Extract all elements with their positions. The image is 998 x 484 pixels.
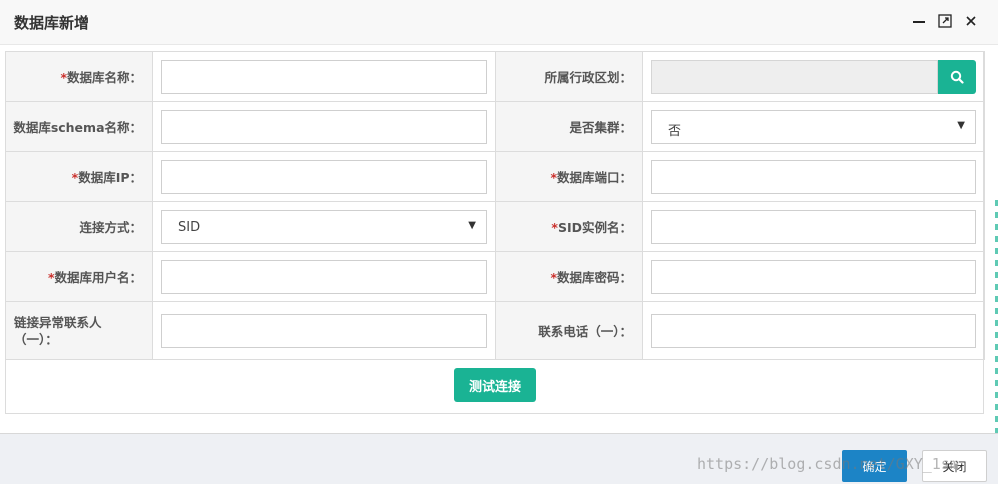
contact-input[interactable] bbox=[161, 313, 487, 348]
ok-button[interactable]: 确定 bbox=[842, 450, 907, 482]
port-input[interactable] bbox=[651, 159, 976, 194]
user-label: *数据库用户名： bbox=[5, 251, 153, 302]
region-picker bbox=[651, 59, 976, 94]
sid-label: *SID实例名： bbox=[495, 201, 643, 252]
maximize-icon bbox=[938, 14, 952, 28]
region-search-button[interactable] bbox=[938, 59, 976, 94]
minimize-icon bbox=[913, 21, 925, 23]
ip-label: *数据库IP： bbox=[5, 151, 153, 202]
schema-label: 数据库schema名称： bbox=[5, 101, 153, 152]
maximize-button[interactable] bbox=[935, 10, 955, 32]
dialog-title: 数据库新增 bbox=[14, 14, 90, 32]
sid-input[interactable] bbox=[651, 209, 976, 244]
cluster-label: 是否集群： bbox=[495, 101, 643, 152]
cluster-select[interactable]: 否 ▼ bbox=[651, 109, 976, 144]
phone-label: 联系电话（一）： bbox=[495, 301, 643, 360]
close-icon bbox=[966, 16, 976, 26]
schema-input[interactable] bbox=[161, 109, 487, 144]
phone-input[interactable] bbox=[651, 313, 976, 348]
dialog-titlebar: 数据库新增 bbox=[0, 0, 998, 45]
database-form: *数据库名称： 所属行政区划： 数据库schema名称： 是否集群： 否 ▼ *… bbox=[5, 51, 985, 414]
dialog-footer: 确定 关闭 bbox=[0, 433, 998, 484]
conn-mode-select-value: SID bbox=[178, 219, 201, 235]
close-button[interactable] bbox=[961, 10, 981, 32]
test-connection-row: 测试连接 bbox=[6, 360, 983, 410]
port-label: *数据库端口： bbox=[495, 151, 643, 202]
close-dialog-button[interactable]: 关闭 bbox=[922, 450, 987, 482]
conn-mode-label: 连接方式： bbox=[5, 201, 153, 252]
minimize-button[interactable] bbox=[909, 10, 929, 32]
conn-mode-select[interactable]: SID ▼ bbox=[161, 209, 487, 244]
ip-input[interactable] bbox=[161, 159, 487, 194]
region-input[interactable] bbox=[651, 59, 938, 94]
user-input[interactable] bbox=[161, 259, 487, 294]
caret-down-icon: ▼ bbox=[957, 119, 965, 131]
cluster-select-value: 否 bbox=[668, 123, 682, 139]
contact-label: 链接异常联系人 （一）： bbox=[5, 301, 153, 360]
password-input[interactable] bbox=[651, 259, 976, 294]
search-icon bbox=[950, 70, 964, 84]
region-label: 所属行政区划： bbox=[495, 51, 643, 102]
password-label: *数据库密码： bbox=[495, 251, 643, 302]
db-name-label: *数据库名称： bbox=[5, 51, 153, 102]
form-table: *数据库名称： 所属行政区划： 数据库schema名称： 是否集群： 否 ▼ *… bbox=[5, 51, 985, 360]
caret-down-icon: ▼ bbox=[468, 219, 476, 231]
test-connection-button[interactable]: 测试连接 bbox=[454, 368, 536, 402]
db-name-input[interactable] bbox=[161, 59, 487, 94]
